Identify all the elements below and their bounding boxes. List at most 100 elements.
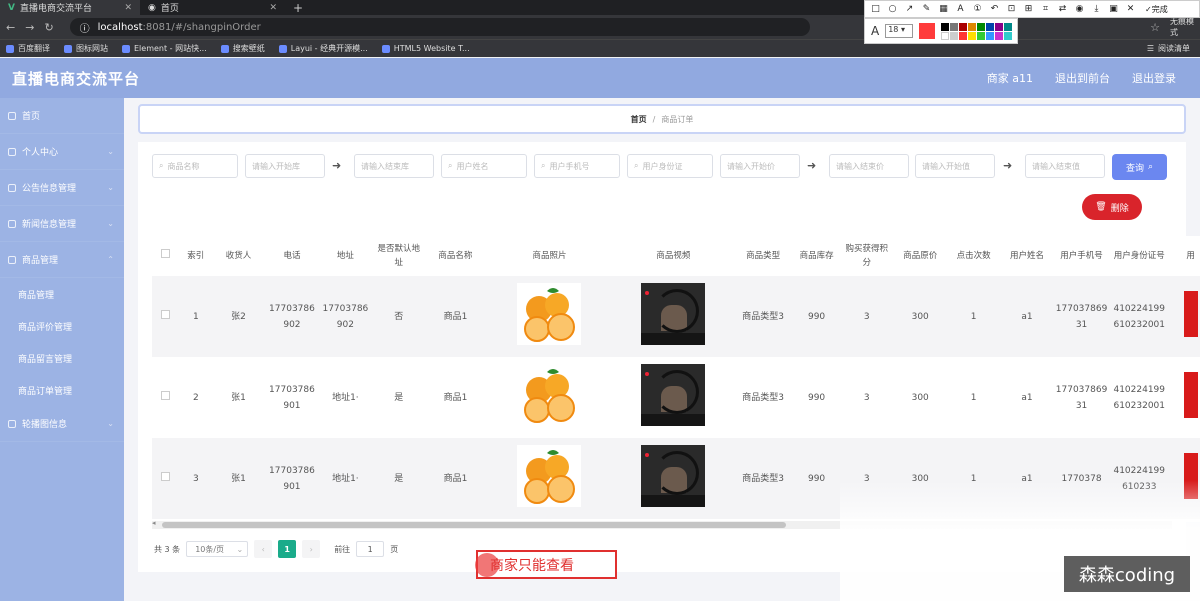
column-header: 购买获得积分 [845,244,889,268]
sidebar-item-news[interactable]: 新闻信息管理 ⌄ [0,206,124,242]
sidebar-item-home[interactable]: 首页 [0,98,124,134]
select-all-checkbox[interactable] [161,249,171,258]
done-button[interactable]: ✓完成 [1145,4,1168,15]
row-checkbox[interactable] [161,471,171,481]
browser-tab-active[interactable]: V 直播电商交流平台 ✕ [0,0,140,15]
bookmark-icon [278,44,287,53]
goods-photo[interactable] [517,363,582,426]
delete-button[interactable]: 🗑 删除 [1082,194,1142,220]
sidebar-subitem-reviews[interactable]: 商品评价管理 [0,310,124,342]
translate-icon[interactable]: ⇄ [1056,4,1069,14]
cell-points: 3 [863,392,870,403]
stock-start-input[interactable]: 请输入开始库 [245,154,325,178]
table-row[interactable]: 2 张1 17703786901 地址1· 是 商品1 商品类型3 990 3 … [152,357,1200,438]
sidebar-subitem-orders[interactable]: 商品订单管理 [0,374,124,406]
user-phone-input[interactable]: ⌕ 用户手机号 [534,154,620,178]
goods-icon [8,255,16,264]
bookmark-item[interactable]: 百度翻译 [6,43,50,54]
page-size-select[interactable]: 10条/页 ⌄ [186,541,249,557]
row-checkbox[interactable] [161,309,171,319]
forward-icon[interactable]: → [25,21,34,34]
sidebar-subitem-goods[interactable]: 商品管理 [0,278,124,310]
download-icon[interactable]: ⤓ [1090,4,1103,14]
save-icon[interactable]: ▣ [1107,4,1120,14]
browser-tab-inactive[interactable]: ◉ 首页 ✕ [140,0,285,15]
reading-list[interactable]: ☰ 阅读清单 [1147,43,1200,54]
bookmark-item[interactable]: 搜索壁纸 [220,43,265,54]
user-id-input[interactable]: ⌕ 用户身份证 [627,154,713,178]
mosaic-tool-icon[interactable]: ▦ [937,4,950,14]
value-start-input[interactable]: 请输入开始值 [915,154,995,178]
cancel-icon[interactable]: ✕ [1124,4,1137,14]
cell-phone: 17703786901 [265,438,319,519]
pen-tool-icon[interactable]: ✎ [920,4,933,14]
text-tool-icon[interactable]: A [954,4,967,14]
number-tool-icon[interactable]: ① [971,4,984,14]
bookmark-item[interactable]: Element - 网站快... [122,43,207,54]
goods-name-input[interactable]: ⌕ 商品名称 [152,154,238,178]
url-input[interactable]: ⓘ localhost:8081/#/shangpinOrder [69,18,811,36]
bookmark-item[interactable]: 图标网站 [64,43,108,54]
ellipse-tool-icon[interactable]: ○ [886,4,899,14]
user-photo[interactable] [1183,371,1198,418]
star-icon[interactable]: ☆ [1150,21,1160,34]
chevron-down-icon: ⌄ [107,183,114,192]
record-icon[interactable]: ◉ [1073,4,1086,14]
bookmark-icon [6,44,14,53]
logout-link[interactable]: 退出登录 [1132,70,1176,86]
scan-icon[interactable]: ⌗ [1039,4,1052,14]
site-info-icon[interactable]: ⓘ [80,20,90,35]
current-color-swatch[interactable] [919,23,936,39]
goods-video[interactable] [641,444,706,507]
undo-icon[interactable]: ↶ [988,4,1001,14]
sidebar-subitem-messages[interactable]: 商品留言管理 [0,342,124,374]
query-button[interactable]: 查询 ⌕ [1112,154,1167,180]
back-icon[interactable]: ← [6,21,15,34]
goods-video[interactable] [641,363,706,426]
column-header: 用 [1186,251,1195,261]
close-tab-icon[interactable]: ✕ [269,3,277,13]
goto-page-input[interactable]: 1 [356,541,385,557]
user-photo[interactable] [1183,290,1198,337]
incognito-label[interactable]: 无痕模式 [1170,16,1200,38]
table-row[interactable]: 1 张2 17703786902 17703786902 否 商品1 商品类型3… [152,276,1200,357]
stock-end-input[interactable]: 请输入结束库 [354,154,434,178]
color-palette[interactable] [941,22,1013,40]
sidebar-item-carousel[interactable]: 轮播图信息 ⌄ [0,406,124,442]
user-name-input[interactable]: ⌕ 用户姓名 [441,154,527,178]
font-size-select[interactable]: 18 ▾ [885,24,914,38]
pin-icon[interactable]: ⊡ [1005,4,1018,14]
url-host: localhost [97,21,143,33]
sidebar-item-goods[interactable]: 商品管理 ⌃ [0,242,124,278]
goods-photo[interactable] [517,444,582,507]
new-tab-icon[interactable]: + [285,1,311,15]
next-page-button[interactable]: › [302,540,321,558]
value-end-input[interactable]: 请输入结束值 [1025,154,1105,178]
sidebar-item-notice[interactable]: 公告信息管理 ⌄ [0,170,124,206]
sidebar-item-profile[interactable]: 个人中心 ⌄ [0,134,124,170]
page-number-button[interactable]: 1 [278,540,297,558]
bookmark-item[interactable]: HTML5 Website T... [381,44,470,53]
user-icon [8,147,16,156]
bookmark-icon [220,44,229,53]
breadcrumb-home[interactable]: 首页 [631,114,647,125]
price-start-input[interactable]: 请输入开始价 [720,154,800,178]
range-arrow-icon: ➜ [1003,159,1013,172]
ocr-icon[interactable]: ⊞ [1022,4,1035,14]
prev-page-button[interactable]: ‹ [254,540,273,558]
close-tab-icon[interactable]: ✕ [124,3,132,13]
rectangle-tool-icon[interactable]: □ [869,4,882,14]
arrow-tool-icon[interactable]: ↗ [903,4,916,14]
row-checkbox[interactable] [161,390,171,400]
scroll-left-icon[interactable]: ◂ [152,519,156,527]
scrollbar-thumb[interactable] [162,522,786,528]
bookmark-item[interactable]: Layui - 经典开源模... [278,43,368,54]
back-to-frontend-link[interactable]: 退出到前台 [1055,70,1110,86]
cell-user-phone: 17703786931 [1055,384,1108,411]
reading-list-icon: ☰ [1146,44,1154,53]
watermark: 森森coding [1064,556,1190,592]
goods-photo[interactable] [517,282,582,345]
goods-video[interactable] [641,282,706,345]
price-end-input[interactable]: 请输入结束价 [829,154,909,178]
reload-icon[interactable]: ↻ [44,21,53,34]
